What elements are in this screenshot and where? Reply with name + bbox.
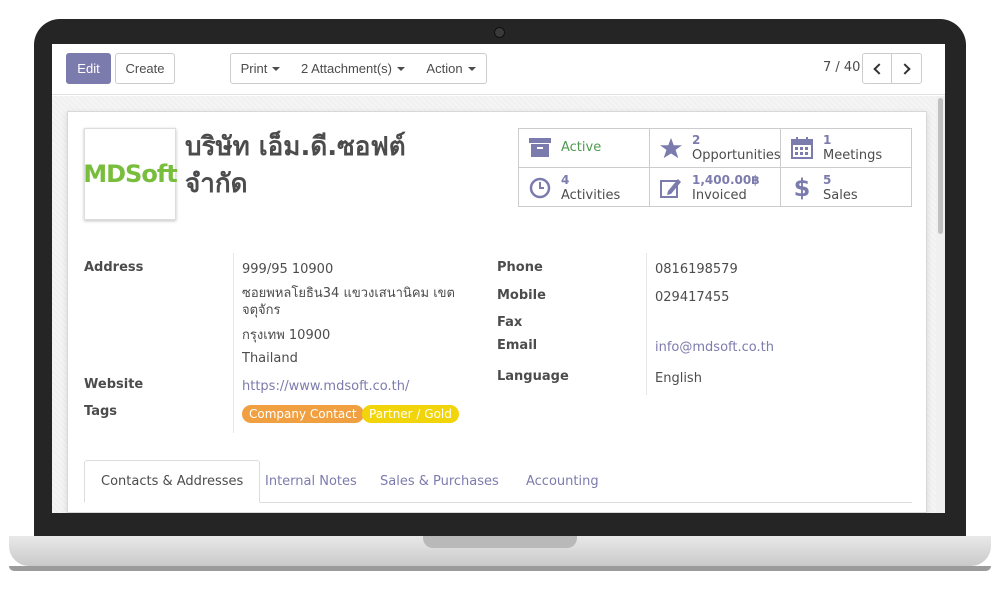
meetings-button[interactable]: 1 Meetings [781,129,912,168]
partner-name: บริษัท เอ็ม.ดี.ซอฟต์ จำกัด [185,129,485,203]
invoiced-label: Invoiced [692,187,747,203]
chevron-right-icon [899,62,911,75]
language-value: English [655,371,702,386]
tag-partner-gold[interactable]: Partner / Gold [362,405,459,423]
field-separator [233,253,234,433]
website-link[interactable]: https://www.mdsoft.co.th/ [242,378,409,395]
address-line3: จตุจักร [242,303,281,318]
chevron-left-icon [872,62,885,75]
app-screen: Edit Create Print 2 Attachment(s) Action… [52,44,945,513]
website-label: Website [84,377,144,392]
phone-value: 0816198579 [655,262,738,277]
sales-label: Sales [823,187,858,203]
email-label: Email [497,338,538,353]
activities-label: Activities [561,187,621,203]
control-panel: Edit Create Print 2 Attachment(s) Action… [52,44,945,95]
caret-down-icon [272,66,281,71]
create-button[interactable]: Create [115,53,175,84]
meetings-count: 1 [823,133,832,147]
print-label: Print [240,61,268,76]
partner-name-line1: บริษัท เอ็ม.ดี.ซอฟต์ [185,132,406,162]
address-line4: กรุงเทพ 10900 [242,328,331,343]
caret-down-icon [467,66,476,71]
tags-label: Tags [84,404,118,419]
caret-down-icon [397,66,406,71]
tab-sales-purchases[interactable]: Sales & Purchases [364,460,515,502]
pager-previous-button[interactable] [862,53,892,84]
tag-company-contact[interactable]: Company Contact [242,405,364,423]
address-line2: ซอยพหลโยธิน34 แขวงเสนานิคม เขต [242,286,455,301]
opportunities-button[interactable]: 2 Opportunities [650,129,781,168]
mobile-value: 029417455 [655,290,730,305]
meetings-label: Meetings [823,148,883,163]
form-sheet: MDSoft บริษัท เอ็ม.ดี.ซอฟต์ จำกัด Active… [67,111,927,513]
print-dropdown-button[interactable]: Print [230,53,291,84]
attachments-label: 2 Attachment(s) [300,61,393,76]
address-line1: 999/95 10900 [242,262,334,277]
action-dropdown-button[interactable]: Action [416,53,487,84]
scrollbar-thumb[interactable] [938,98,943,234]
address-label: Address [84,260,144,275]
sales-button[interactable]: $ 5 Sales [781,168,912,207]
active-label: Active [561,140,602,155]
laptop-base-notch [423,536,577,548]
clock-icon [529,177,551,199]
sales-count: 5 [823,172,832,187]
opportunities-label: Opportunities [692,148,781,163]
language-label: Language [497,369,569,384]
archive-icon [529,137,551,159]
dollar-icon: $ [793,173,811,202]
partner-name-line2: จำกัด [185,169,248,199]
pager-value: 7 / 40 [823,60,861,75]
pager-next-button[interactable] [891,53,922,84]
activities-count: 4 [561,172,570,187]
tab-internal-notes[interactable]: Internal Notes [249,460,373,502]
opportunities-count: 2 [692,133,701,147]
action-label: Action [426,61,463,76]
tab-accounting[interactable]: Accounting [510,460,615,502]
laptop-base-shadow [9,566,991,571]
field-separator [646,253,647,395]
tab-contacts-addresses[interactable]: Contacts & Addresses [84,460,261,503]
attachments-dropdown-button[interactable]: 2 Attachment(s) [290,53,417,84]
edit-button[interactable]: Edit [66,53,111,84]
phone-label: Phone [497,260,543,275]
invoiced-button[interactable]: 1,400.00฿ Invoiced [650,168,781,207]
address-country: Thailand [242,351,298,366]
email-link[interactable]: info@mdsoft.co.th [655,339,774,356]
star-icon [660,137,682,159]
active-toggle-button[interactable]: Active [519,129,650,168]
fax-label: Fax [497,315,523,330]
company-logo: MDSoft [83,160,177,188]
smart-button-box: Active 2 Opportunities 1 Meetings 4 Acti… [518,128,912,207]
mobile-label: Mobile [497,288,546,303]
edit-document-icon [660,177,682,199]
camera-icon [494,27,505,38]
activities-button[interactable]: 4 Activities [519,168,650,207]
invoiced-amount: 1,400.00฿ [692,172,760,187]
calendar-icon [791,137,813,159]
partner-avatar[interactable]: MDSoft [83,128,178,220]
